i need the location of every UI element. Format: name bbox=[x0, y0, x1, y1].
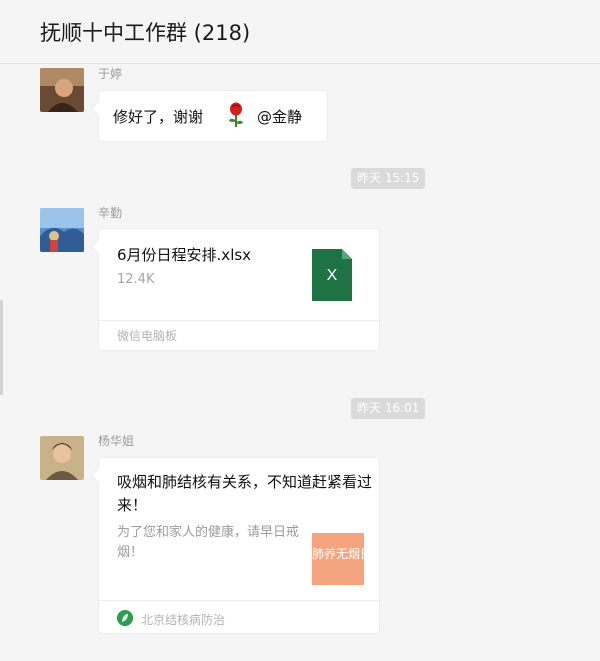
article-card[interactable]: 吸烟和肺结核有关系，不知道赶紧看过来！ 为了您和家人的健康，请早日戒烟！ 肺养无… bbox=[90, 457, 380, 634]
bubble-tail bbox=[90, 238, 107, 255]
sender-name: 杨华姐 bbox=[98, 434, 135, 448]
article-description: 为了您和家人的健康，请早日戒烟！ bbox=[117, 525, 300, 560]
divider bbox=[99, 320, 379, 321]
chat-title: 抚顺十中工作群 (218) bbox=[40, 21, 251, 45]
message-bubble[interactable]: 修好了，谢谢 @金静 bbox=[90, 90, 328, 142]
rose-icon bbox=[229, 102, 243, 127]
article-source: 北京结核病防治 bbox=[141, 613, 226, 627]
file-card[interactable]: 6月份日程安排.xlsx 12.4K X 微信电脑板 bbox=[90, 228, 380, 351]
excel-file-icon: X bbox=[312, 249, 352, 301]
article-thumbnail: 肺养无烟日 bbox=[312, 533, 364, 585]
divider bbox=[99, 600, 379, 601]
timestamp: 昨天 15:15 bbox=[351, 168, 426, 189]
bubble-tail bbox=[90, 467, 107, 484]
excel-icon-letter: X bbox=[326, 267, 338, 284]
file-source: 微信电脑板 bbox=[117, 329, 178, 343]
file-name: 6月份日程安排.xlsx bbox=[117, 246, 252, 264]
avatar[interactable] bbox=[40, 436, 84, 480]
article-title: 吸烟和肺结核有关系，不知道赶紧看过来！ bbox=[117, 473, 373, 514]
message-text: 修好了，谢谢 bbox=[113, 108, 204, 126]
timestamp: 昨天 16:01 bbox=[351, 398, 426, 419]
sender-name: 于婷 bbox=[98, 67, 123, 81]
thumbnail-text: 肺养无烟日 bbox=[312, 547, 364, 561]
source-logo-icon bbox=[117, 610, 133, 626]
scrollbar[interactable] bbox=[0, 300, 3, 395]
sender-name: 辛勤 bbox=[98, 206, 123, 220]
bubble-tail bbox=[90, 100, 107, 117]
avatar[interactable] bbox=[40, 68, 84, 112]
chat-header: 抚顺十中工作群 (218) bbox=[0, 0, 600, 64]
file-size: 12.4K bbox=[117, 272, 155, 287]
mention-text[interactable]: @金静 bbox=[257, 106, 302, 127]
avatar[interactable] bbox=[40, 208, 84, 252]
